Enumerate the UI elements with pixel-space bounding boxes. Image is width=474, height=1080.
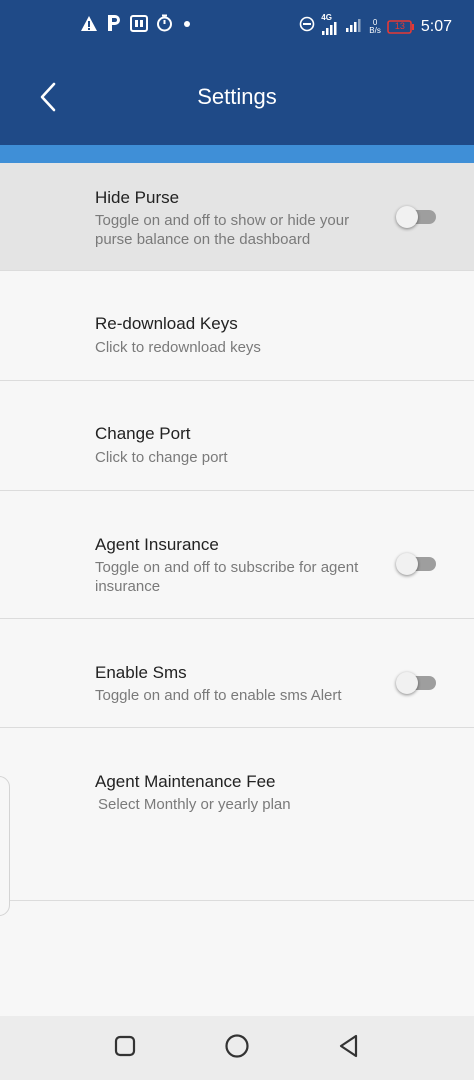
edge-panel-handle[interactable] [0,776,10,916]
recents-button[interactable] [111,1034,139,1062]
app-icon [130,14,148,37]
status-bar: 4G 0 B/s 13 5:07 [0,0,474,52]
setting-subtitle: Toggle on and off to enable sms Alert [95,687,342,704]
toggle-thumb [396,206,418,228]
setting-subtitle: Toggle on and off to show or hide your p… [95,212,350,248]
setting-title: Agent Insurance [95,535,219,554]
signal-icon [345,14,363,39]
dot-icon [181,17,193,35]
warning-icon [80,15,98,37]
setting-agent-maintenance-fee[interactable]: Agent Maintenance Fee Select Monthly or … [0,728,474,901]
home-button[interactable] [223,1033,251,1064]
header-accent-strip [0,145,474,163]
timer-icon [156,14,173,37]
setting-title: Change Port [95,424,191,443]
setting-subtitle: Click to change port [95,449,228,466]
data-speed-icon: 0 B/s [369,18,381,35]
setting-subtitle: Toggle on and off to subscribe for agent… [95,559,359,595]
setting-agent-insurance[interactable]: Agent Insurance Toggle on and off to sub… [0,491,474,619]
home-circle-icon [224,1033,250,1064]
toggle-thumb [396,672,418,694]
setting-title: Agent Maintenance Fee [95,772,276,791]
hide-purse-toggle[interactable] [396,206,440,228]
agent-insurance-toggle[interactable] [396,553,440,575]
setting-redownload-keys[interactable]: Re-download Keys Click to redownload key… [0,271,474,381]
setting-title: Hide Purse [95,188,180,207]
toggle-thumb [396,553,418,575]
status-time: 5:07 [420,17,452,35]
setting-title: Enable Sms [95,663,187,682]
nav-back-button[interactable] [335,1034,363,1062]
system-nav-bar [0,1016,474,1080]
speed-unit: B/s [369,25,381,35]
setting-change-port[interactable]: Change Port Click to change port [0,381,474,491]
enable-sms-toggle[interactable] [396,672,440,694]
setting-enable-sms[interactable]: Enable Sms Toggle on and off to enable s… [0,619,474,728]
page-title: Settings [197,84,277,109]
battery-icon: 13 [387,19,415,34]
battery-level: 13 [394,20,405,31]
settings-list: Hide Purse Toggle on and off to show or … [0,163,474,901]
back-triangle-icon [338,1034,360,1063]
setting-subtitle: Select Monthly or yearly plan [98,796,291,813]
signal-4g-icon: 4G [321,13,339,37]
dnd-icon [299,16,315,37]
setting-hide-purse[interactable]: Hide Purse Toggle on and off to show or … [0,163,474,271]
recents-square-icon [114,1035,136,1062]
parking-icon [106,14,122,37]
setting-subtitle: Click to redownload keys [95,339,261,356]
setting-title: Re-download Keys [95,314,238,333]
